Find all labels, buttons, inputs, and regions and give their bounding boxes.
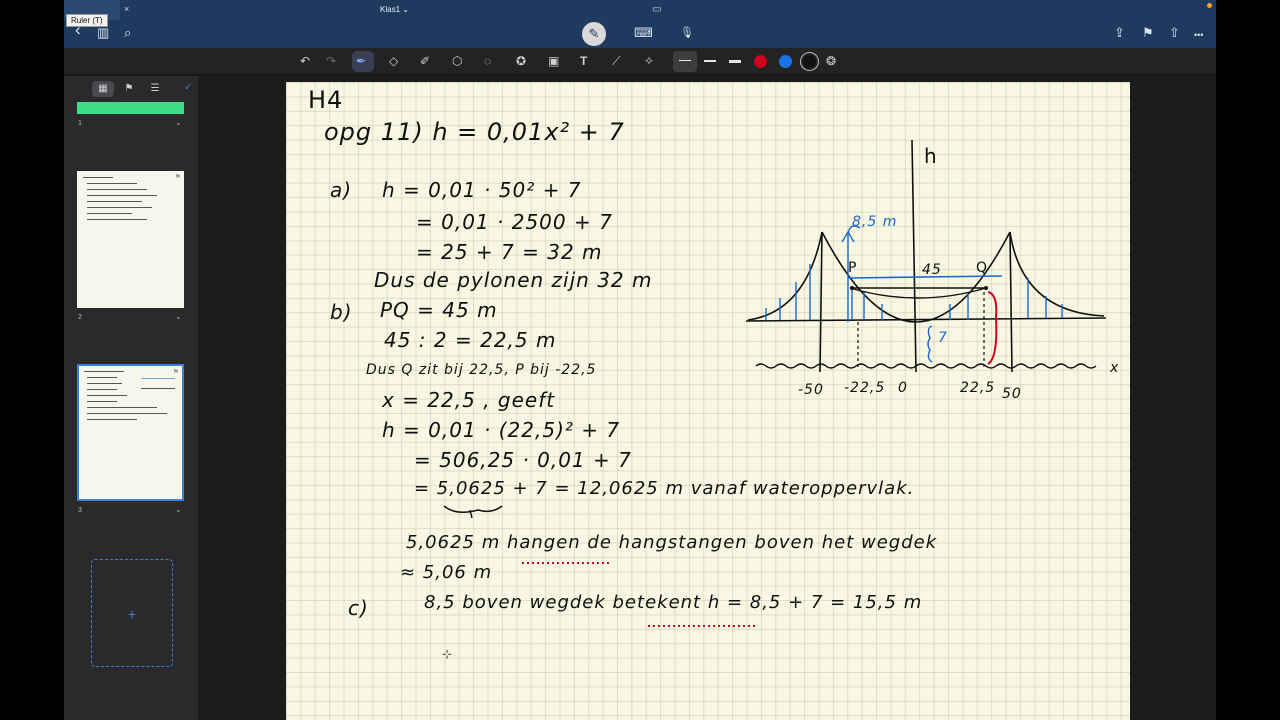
share-icon[interactable]: ⇧ xyxy=(1169,25,1180,41)
keyboard-icon[interactable]: ⌨ xyxy=(634,25,653,41)
page-thumbnail-3[interactable]: ⚑ xyxy=(77,364,184,501)
image-icon[interactable]: ▣ xyxy=(548,53,559,69)
sketch-45-label: 45 xyxy=(922,262,942,278)
export-icon[interactable]: ⇪ xyxy=(1114,25,1125,41)
bookmark-icon[interactable]: ⚑ xyxy=(1142,25,1154,41)
sketch-tick-0: 0 xyxy=(898,380,908,396)
stroke-width-medium[interactable] xyxy=(704,60,716,62)
chevron-down-icon[interactable]: ⌄ xyxy=(175,312,182,321)
stroke-width-thick[interactable] xyxy=(729,60,741,63)
pen-mode-icon[interactable]: ✎ xyxy=(582,22,606,46)
select-pages-icon[interactable]: ✓ xyxy=(184,82,192,93)
shapes-icon[interactable]: ⬡ xyxy=(452,53,462,69)
sketch-tick-neg50: -50 xyxy=(798,382,824,398)
sidebar-tabs: ▦ ⚑ ☰ xyxy=(92,80,172,98)
text-tool-icon[interactable]: T xyxy=(580,53,587,69)
sidebar-toggle-icon[interactable]: ▥ xyxy=(97,25,109,41)
chevron-down-icon[interactable]: ⌄ xyxy=(175,505,182,514)
sketch-x-axis-label: x xyxy=(1110,360,1120,376)
color-blue[interactable] xyxy=(779,55,792,68)
ruler-icon[interactable]: ⟋ xyxy=(612,53,620,69)
page-number: 3 xyxy=(78,507,82,514)
sketch-85m-label: 8,5 m xyxy=(852,214,898,230)
sketch-h-axis-label: h xyxy=(924,144,938,168)
document-title[interactable]: Klas1 ⌄ xyxy=(380,5,409,14)
window-layout-icon[interactable]: ▭ xyxy=(652,4,661,15)
ruler-tooltip: Ruler (T) xyxy=(66,14,108,27)
nav-bar: ‹ ▥ ⌕ ✎ ⌨ 🎙 ⇪ ⚑ ⇧ ••• xyxy=(64,20,1216,48)
tool-bar: ↶ ↷ ✒ ◇ ✐ ⬡ ◌ ✪ ▣ T ⟋ ✧ ❂ xyxy=(64,48,1216,75)
sketch-tick-50: 50 xyxy=(1002,386,1022,402)
search-icon[interactable]: ⌕ xyxy=(124,25,131,41)
redo-icon[interactable]: ↷ xyxy=(326,53,336,69)
sketch-7-label: 7 xyxy=(938,330,948,346)
status-dot xyxy=(1207,3,1212,8)
more-icon[interactable]: ••• xyxy=(1194,27,1203,43)
microphone-icon[interactable]: 🎙 xyxy=(680,25,694,41)
highlighter-icon[interactable]: ✐ xyxy=(420,53,430,69)
stroke-width-selected xyxy=(673,51,697,72)
color-black[interactable] xyxy=(803,55,816,68)
page-thumbnail-1[interactable] xyxy=(77,102,184,114)
undo-icon[interactable]: ↶ xyxy=(300,53,310,69)
stroke-width-thin[interactable] xyxy=(679,60,691,61)
bookmarks-tab-icon[interactable]: ⚑ xyxy=(118,81,140,97)
page-number: 1 xyxy=(78,120,82,127)
laser-pointer-icon[interactable]: ✧ xyxy=(644,53,654,69)
add-page-button[interactable]: + xyxy=(91,559,173,667)
page-sidebar: ▦ ⚑ ☰ ✓ 1 ⌄ ⚑ 2 ⌄ ⚑ 3 ⌄ + xyxy=(64,76,198,720)
sketch-tick-neg225: -22,5 xyxy=(844,380,886,396)
close-tab-icon[interactable]: × xyxy=(124,4,129,14)
chevron-down-icon[interactable]: ⌄ xyxy=(175,118,182,127)
pen-tool-icon[interactable]: ✒ xyxy=(356,53,366,69)
lasso-icon[interactable]: ◌ xyxy=(484,53,491,69)
color-picker-icon[interactable]: ❂ xyxy=(826,53,836,69)
color-red[interactable] xyxy=(754,55,767,68)
outline-tab-icon[interactable]: ☰ xyxy=(144,81,166,97)
thumbnails-tab-icon[interactable]: ▦ xyxy=(92,81,114,97)
app-window: × Klas1 ⌄ ▭ Ruler (T) ‹ ▥ ⌕ ✎ ⌨ 🎙 ⇪ ⚑ ⇧ … xyxy=(64,0,1216,720)
eraser-icon[interactable]: ◇ xyxy=(389,53,398,69)
page-thumbnail-2[interactable]: ⚑ xyxy=(77,171,184,308)
notebook-page[interactable]: H4 opg 11) h = 0,01x² + 7 a) h = 0,01 · … xyxy=(286,82,1130,720)
page-number: 2 xyxy=(78,314,82,321)
tab-bar: × Klas1 ⌄ ▭ xyxy=(64,0,1216,20)
sticker-icon[interactable]: ✪ xyxy=(516,53,526,69)
sketch-point-P: P xyxy=(848,260,858,276)
sketch-tick-225: 22,5 xyxy=(960,380,996,396)
sketch-point-Q: Q xyxy=(976,260,989,276)
